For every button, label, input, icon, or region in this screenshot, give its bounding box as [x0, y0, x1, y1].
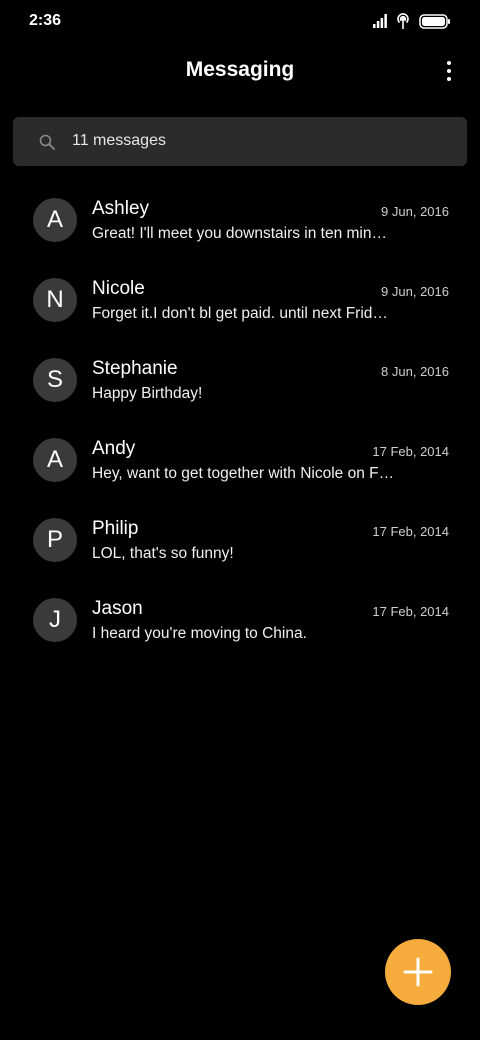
app-bar: Messaging	[0, 44, 480, 100]
conversation-item-stephanie[interactable]: S Stephanie 8 Jun, 2016 Happy Birthday!	[0, 340, 480, 420]
message-preview: Forget it.I don't bl get paid. until nex…	[92, 305, 388, 322]
more-vert-icon-dot	[447, 77, 451, 81]
status-time: 2:36	[29, 12, 62, 29]
more-vert-icon	[447, 61, 451, 65]
message-date: 17 Feb, 2014	[372, 604, 449, 619]
conversation-item-andy[interactable]: A Andy 17 Feb, 2014 Hey, want to get tog…	[0, 420, 480, 500]
page-title: Messaging	[185, 58, 295, 81]
search-bar[interactable]: 11 messages	[13, 117, 467, 166]
message-preview: I heard you're moving to China.	[92, 625, 307, 642]
avatar: J	[33, 598, 77, 642]
compose-message-button[interactable]	[385, 939, 451, 1005]
message-preview: Great! I'll meet you downstairs in ten m…	[92, 225, 387, 242]
hotspot-icon	[397, 13, 409, 29]
conversation-item-philip[interactable]: P Philip 17 Feb, 2014 LOL, that's so fun…	[0, 500, 480, 580]
avatar: A	[33, 438, 77, 482]
avatar: A	[33, 198, 77, 242]
contact-name: Nicole	[92, 278, 145, 299]
avatar: S	[33, 358, 77, 402]
search-text: 11 messages	[72, 132, 166, 149]
more-options-button[interactable]	[444, 58, 454, 84]
contact-name: Andy	[92, 438, 136, 459]
message-date: 17 Feb, 2014	[372, 444, 449, 459]
contact-name: Jason	[92, 598, 143, 619]
message-preview: Hey, want to get together with Nicole on…	[92, 465, 395, 482]
message-date: 9 Jun, 2016	[381, 284, 449, 299]
message-preview: Happy Birthday!	[92, 385, 203, 402]
contact-name: Philip	[92, 518, 139, 539]
message-date: 9 Jun, 2016	[381, 204, 449, 219]
conversation-item-ashley[interactable]: A Ashley 9 Jun, 2016 Great! I'll meet yo…	[0, 180, 480, 260]
contact-name: Stephanie	[92, 358, 178, 379]
plus-icon	[403, 957, 433, 987]
conversation-item-jason[interactable]: J Jason 17 Feb, 2014 I heard you're movi…	[0, 580, 480, 660]
conversation-list: A Ashley 9 Jun, 2016 Great! I'll meet yo…	[0, 180, 480, 660]
message-date: 8 Jun, 2016	[381, 364, 449, 379]
avatar: P	[33, 518, 77, 562]
status-icons	[373, 12, 450, 30]
message-date: 17 Feb, 2014	[372, 524, 449, 539]
message-preview: LOL, that's so funny!	[92, 545, 234, 562]
status-bar: 2:36	[0, 0, 480, 44]
battery-icon	[419, 13, 450, 29]
more-vert-icon-dot	[447, 69, 451, 73]
avatar: N	[33, 278, 77, 322]
search-icon	[39, 134, 55, 150]
signal-icon	[373, 14, 387, 28]
conversation-item-nicole[interactable]: N Nicole 9 Jun, 2016 Forget it.I don't b…	[0, 260, 480, 340]
contact-name: Ashley	[92, 198, 150, 219]
